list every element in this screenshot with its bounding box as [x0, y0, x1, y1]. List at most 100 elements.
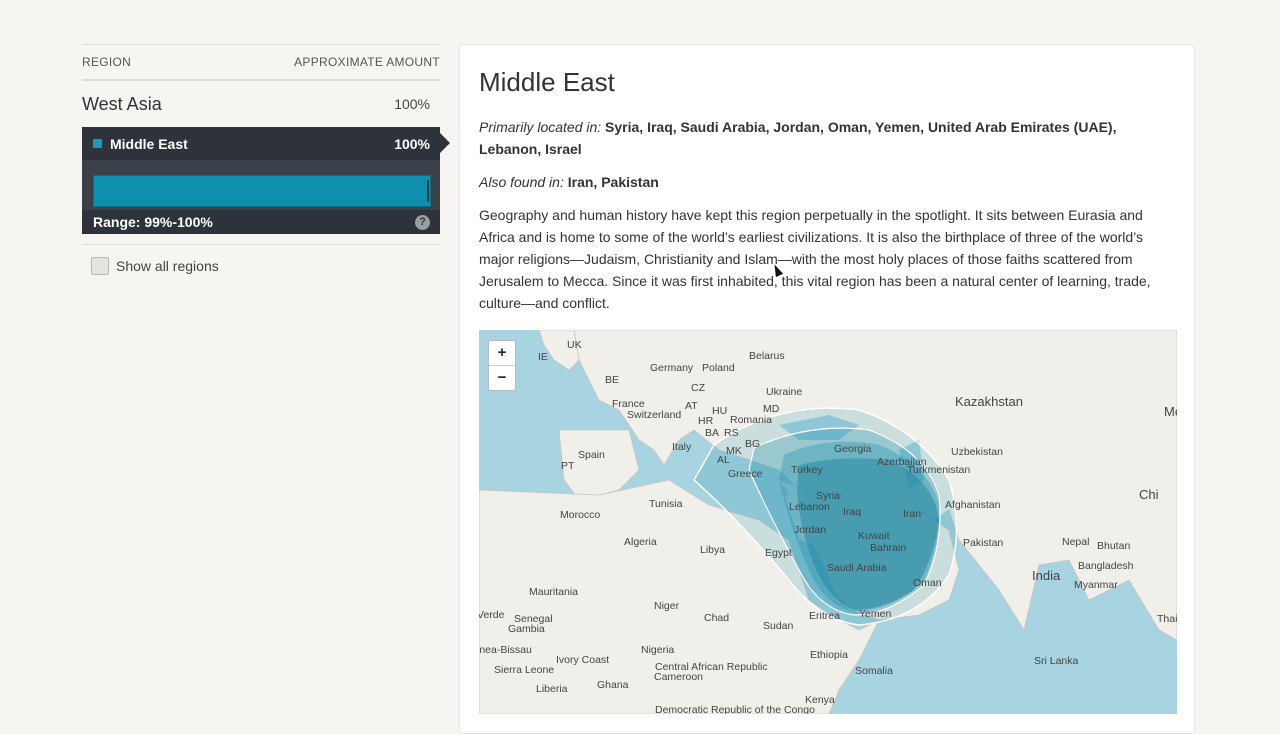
- map-place-label: Tunisia: [649, 498, 683, 510]
- map-place-label: BG: [745, 438, 760, 450]
- map-place-label: Mauritania: [529, 586, 578, 598]
- primary-label: Primarily located in:: [479, 119, 602, 135]
- map-place-label: Saudi Arabia: [827, 562, 887, 574]
- region-description: Geography and human history have kept th…: [479, 207, 1151, 311]
- map-place-label: HR: [698, 415, 714, 427]
- region-map[interactable]: UK IE Belarus Germany Poland BE CZ Ukraine Franc…: [479, 330, 1177, 714]
- map-place-label: Greece: [728, 468, 763, 480]
- region-detail-card: Middle East Primarily located in: Syria,…: [459, 44, 1195, 734]
- map-place-label: Afghanistan: [945, 499, 1001, 511]
- also-value: Iran, Pakistan: [567, 174, 659, 190]
- map-place-label: PT: [561, 460, 575, 472]
- map-place-label: Egypt: [765, 547, 792, 559]
- map-place-label: Nepal: [1062, 536, 1089, 548]
- also-label: Also found in:: [479, 174, 564, 190]
- map-place-label: Eritrea: [809, 610, 840, 622]
- map-place-label: Iraq: [843, 506, 861, 518]
- divider: [82, 244, 440, 245]
- map-place-label: Jordan: [794, 524, 826, 536]
- map-place-label: Georgia: [834, 443, 872, 455]
- map-place-label: Ethiopia: [810, 649, 848, 661]
- region-column-header: REGION: [82, 55, 132, 69]
- map-canvas[interactable]: UKIE BelarusGermany PolandBECZ UkraineFranc…: [479, 330, 1177, 714]
- region-name: West Asia: [82, 93, 162, 114]
- map-place-label: Ukraine: [766, 386, 802, 398]
- show-all-checkbox[interactable]: [91, 257, 109, 275]
- map-place-label: Italy: [672, 441, 692, 453]
- zoom-out-button[interactable]: −: [489, 365, 515, 390]
- map-place-label: Germany: [650, 362, 694, 374]
- map-place-label: Cameroon: [654, 671, 703, 683]
- map-place-label: Algeria: [624, 536, 657, 548]
- map-place-label: Belarus: [749, 350, 785, 362]
- map-place-label: Bangladesh: [1078, 560, 1134, 572]
- show-all-label: Show all regions: [116, 258, 219, 274]
- map-place-label: Verde: [479, 609, 505, 621]
- map-place-label: Libya: [700, 544, 725, 556]
- selected-pointer: [440, 133, 450, 153]
- map-place-label: Bahrain: [870, 542, 906, 554]
- map-place-label: Ivory Coast: [556, 654, 609, 666]
- color-swatch-icon: [93, 139, 102, 149]
- map-place-label: BE: [605, 374, 619, 386]
- map-place-label: Morocco: [560, 509, 600, 521]
- map-place-label: Yemen: [859, 608, 891, 620]
- map-place-label: AT: [685, 400, 698, 412]
- range-bar-marker: [427, 180, 429, 202]
- map-place-label: Pakistan: [963, 537, 1003, 549]
- amount-column-header: APPROXIMATE AMOUNT: [294, 55, 440, 69]
- map-place-label: Sierra Leone: [494, 664, 554, 676]
- show-all-regions-toggle[interactable]: Show all regions: [91, 257, 440, 275]
- map-place-label: Kuwait: [858, 530, 890, 542]
- map-place-label: Sudan: [763, 620, 794, 632]
- map-place-label: Sri Lanka: [1034, 655, 1079, 667]
- map-place-label: Switzerland: [627, 409, 681, 421]
- map-place-label: Gambia: [508, 623, 545, 635]
- region-row-west-asia[interactable]: West Asia 100%: [82, 81, 440, 127]
- region-breakdown-panel: REGION APPROXIMATE AMOUNT West Asia 100%…: [82, 44, 450, 275]
- map-place-label: CZ: [691, 382, 706, 394]
- range-text: Range: 99%-100%: [93, 214, 213, 230]
- map-place-label: Nigeria: [641, 644, 674, 656]
- table-header: REGION APPROXIMATE AMOUNT: [82, 44, 440, 81]
- zoom-in-button[interactable]: +: [489, 341, 515, 365]
- subregion-percent: 100%: [394, 135, 430, 152]
- map-place-label: Chi: [1139, 487, 1159, 502]
- map-place-label: HU: [712, 405, 727, 417]
- zoom-controls: + −: [488, 340, 516, 391]
- region-percent: 100%: [394, 96, 430, 112]
- primary-locations: Primarily located in: Syria, Iraq, Saudi…: [479, 116, 1175, 160]
- map-place-label: Turkey: [791, 464, 823, 476]
- map-place-label: Spain: [578, 449, 605, 461]
- range-bar: [93, 175, 431, 207]
- map-place-label: Niger: [654, 600, 680, 612]
- also-found: Also found in: Iran, Pakistan: [479, 171, 1175, 193]
- map-place-label: Bhutan: [1097, 540, 1130, 552]
- map-place-label: Lebanon: [789, 501, 830, 513]
- map-place-label: RS: [724, 427, 739, 439]
- map-place-label: Poland: [702, 362, 735, 374]
- map-place-label: Ghana: [597, 679, 629, 691]
- help-icon[interactable]: ?: [415, 214, 430, 230]
- subregion-label-wrap: Middle East: [93, 136, 188, 152]
- map-place-label: Somalia: [855, 665, 893, 677]
- map-place-label: Democratic Republic of the Congo: [655, 704, 815, 714]
- map-place-label: India: [1032, 568, 1061, 583]
- map-place-label: Uzbekistan: [951, 446, 1003, 458]
- map-place-label: UK: [567, 339, 582, 351]
- map-place-label: BA: [705, 427, 719, 439]
- map-place-label: Chad: [704, 612, 729, 624]
- map-place-label: IE: [538, 351, 548, 363]
- map-place-label: Turkmenistan: [907, 464, 970, 476]
- map-place-label: AL: [717, 454, 730, 466]
- map-place-label: Myanmar: [1074, 579, 1118, 591]
- map-place-label: Romania: [730, 414, 772, 426]
- map-place-label: Kazakhstan: [955, 394, 1023, 409]
- map-place-label: inea-Bissau: [479, 644, 532, 656]
- map-place-label: Iran: [903, 508, 921, 520]
- subregion-name: Middle East: [110, 135, 188, 152]
- subregion-row-middle-east[interactable]: Middle East 100% Range: 99%-100% ?: [82, 127, 450, 234]
- map-place-label: Liberia: [536, 683, 568, 695]
- page-title: Middle East: [479, 67, 615, 97]
- map-place-label: Thaila: [1157, 613, 1177, 625]
